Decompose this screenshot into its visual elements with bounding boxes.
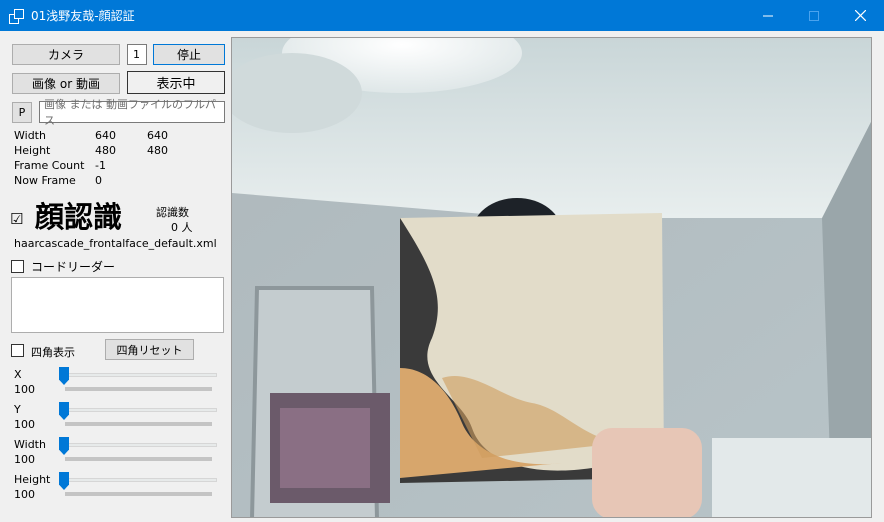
x-slider-value: 100 — [14, 383, 35, 396]
height-slider-label: Height — [14, 473, 51, 486]
display-status-button[interactable]: 表示中 — [127, 71, 225, 94]
height-value-a: 480 — [95, 144, 116, 157]
app-icon — [9, 8, 24, 24]
cascade-file-label: haarcascade_frontalface_default.xml — [14, 237, 217, 250]
code-reader-checkbox[interactable] — [11, 260, 24, 273]
minimize-icon — [763, 15, 773, 16]
frame-count-label: Frame Count — [14, 159, 85, 172]
camera-button[interactable]: カメラ — [12, 44, 120, 65]
now-frame-value: 0 — [95, 174, 102, 187]
width-slider-thumb[interactable] — [59, 437, 69, 455]
camera-frame-image — [232, 38, 871, 517]
height-slider-thumb[interactable] — [59, 472, 69, 490]
rect-display-label: 四角表示 — [31, 346, 75, 359]
y-slider-thumb[interactable] — [59, 402, 69, 420]
x-slider-thumb[interactable] — [59, 367, 69, 385]
x-slider-label: X — [14, 368, 22, 381]
face-recognition-title: 顔認識 — [35, 200, 123, 234]
recognition-count-value: 0 人 — [171, 221, 193, 234]
frame-count-value: -1 — [95, 159, 106, 172]
width-value-b: 640 — [147, 129, 168, 142]
camera-index-field[interactable]: 1 — [127, 44, 147, 65]
now-frame-label: Now Frame — [14, 174, 76, 187]
camera-video-feed — [231, 37, 872, 518]
image-or-video-button[interactable]: 画像 or 動画 — [12, 73, 120, 94]
y-slider-value: 100 — [14, 418, 35, 431]
minimize-button[interactable] — [745, 0, 791, 31]
rect-display-checkbox[interactable] — [11, 344, 24, 357]
path-button[interactable]: P — [12, 102, 32, 123]
maximize-icon — [809, 10, 819, 21]
width-value-a: 640 — [95, 129, 116, 142]
y-slider-label: Y — [14, 403, 21, 416]
close-button[interactable] — [837, 0, 883, 31]
maximize-button[interactable] — [791, 0, 837, 31]
stop-button[interactable]: 停止 — [153, 44, 225, 65]
rect-reset-button[interactable]: 四角リセット — [105, 339, 194, 360]
close-icon — [854, 10, 866, 21]
window-title: 01浅野友哉-顔認証 — [31, 9, 135, 23]
width-label: Width — [14, 129, 46, 142]
width-slider-value: 100 — [14, 453, 35, 466]
height-value-b: 480 — [147, 144, 168, 157]
height-label: Height — [14, 144, 51, 157]
width-slider-label: Width — [14, 438, 46, 451]
face-recognition-checkbox[interactable]: ☑ — [10, 210, 23, 228]
code-reader-output[interactable] — [11, 277, 224, 333]
recognition-count-label: 認識数 — [156, 206, 189, 219]
file-path-input[interactable]: 画像 または 動画ファイルのフルパス — [39, 98, 225, 127]
code-reader-label: コードリーダー — [31, 260, 116, 274]
height-slider-value: 100 — [14, 488, 35, 501]
